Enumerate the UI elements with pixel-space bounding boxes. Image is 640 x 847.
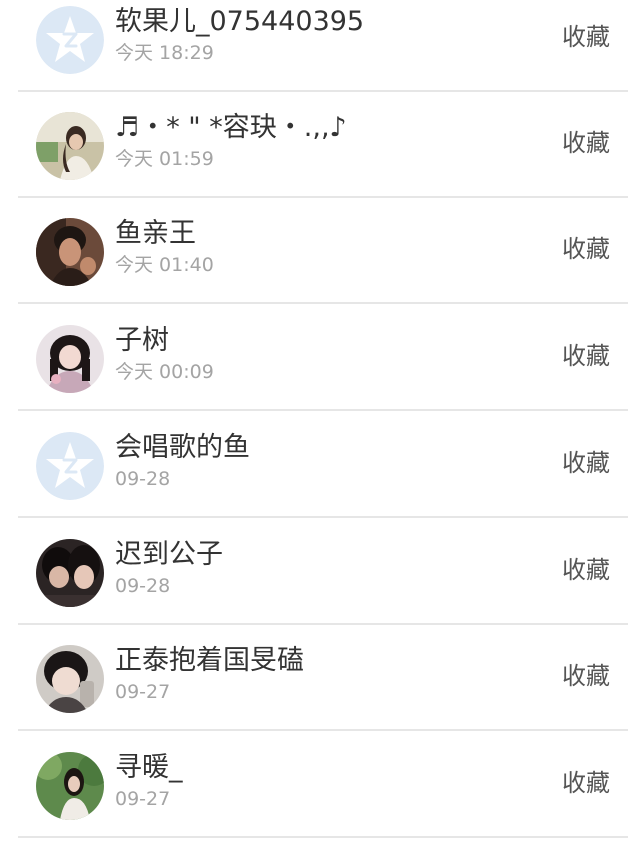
avatar[interactable] (36, 752, 104, 820)
contact-time: 09-27 (115, 681, 171, 703)
avatar[interactable] (36, 325, 104, 393)
favorite-button[interactable]: 收藏 (562, 448, 610, 478)
favorite-button[interactable]: 收藏 (562, 768, 610, 798)
default-qq-avatar-icon[interactable] (36, 432, 104, 500)
avatar[interactable] (36, 539, 104, 607)
contact-name: ♬・* " *容玦・.,,♪ (115, 112, 347, 143)
list-item[interactable]: ♬・* " *容玦・.,,♪ 今天 01:59 收藏 (0, 92, 640, 198)
contact-time: 09-28 (115, 468, 171, 490)
divider (18, 516, 628, 518)
list-item[interactable]: 迟到公子 09-28 收藏 (0, 519, 640, 625)
contact-name: 鱼亲王 (115, 218, 196, 249)
contact-time: 今天 01:40 (115, 254, 214, 276)
contact-time: 今天 01:59 (115, 148, 214, 170)
list-item[interactable]: 鱼亲王 今天 01:40 收藏 (0, 198, 640, 304)
list-item[interactable]: 软果儿_075440395 今天 18:29 收藏 (0, 0, 640, 92)
contact-time: 09-28 (115, 575, 171, 597)
contact-name: 子树 (115, 325, 169, 356)
divider (18, 729, 628, 731)
list-item[interactable]: 寻暖_ 09-27 收藏 (0, 732, 640, 838)
contact-name: 会唱歌的鱼 (115, 432, 250, 463)
contact-name: 迟到公子 (115, 539, 223, 570)
default-qq-avatar-icon[interactable] (36, 6, 104, 74)
favorite-button[interactable]: 收藏 (562, 661, 610, 691)
list-item[interactable]: 正泰抱着国旻磕 09-27 收藏 (0, 625, 640, 731)
favorite-button[interactable]: 收藏 (562, 341, 610, 371)
avatar[interactable] (36, 645, 104, 713)
avatar[interactable] (36, 218, 104, 286)
contact-name: 软果儿_075440395 (115, 6, 365, 37)
contact-name: 正泰抱着国旻磕 (115, 645, 304, 676)
contact-time: 今天 18:29 (115, 42, 214, 64)
divider (18, 836, 628, 838)
divider (18, 302, 628, 304)
favorite-button[interactable]: 收藏 (562, 234, 610, 264)
contact-list: 软果儿_075440395 今天 18:29 收藏 ♬・* " *容玦・.,,♪… (0, 0, 640, 847)
list-item[interactable]: 会唱歌的鱼 09-28 收藏 (0, 412, 640, 518)
divider (18, 409, 628, 411)
contact-time: 09-27 (115, 788, 171, 810)
contact-time: 今天 00:09 (115, 361, 214, 383)
favorite-button[interactable]: 收藏 (562, 22, 610, 52)
contact-name: 寻暖_ (115, 752, 183, 783)
favorite-button[interactable]: 收藏 (562, 555, 610, 585)
list-item[interactable]: 子树 今天 00:09 收藏 (0, 305, 640, 411)
favorite-button[interactable]: 收藏 (562, 128, 610, 158)
avatar[interactable] (36, 112, 104, 180)
